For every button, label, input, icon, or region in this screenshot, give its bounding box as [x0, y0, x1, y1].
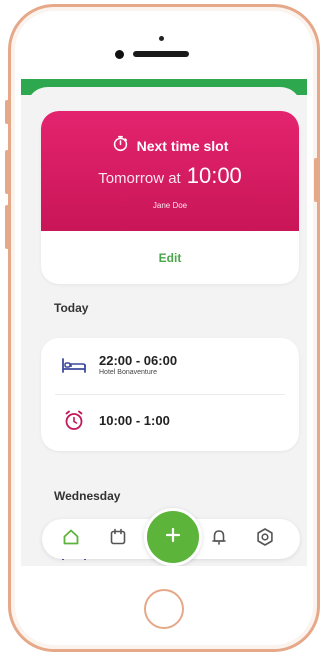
home-icon: [62, 528, 80, 551]
list-item-alarm[interactable]: 10:00 - 1:00: [61, 409, 285, 431]
today-card: 22:00 - 06:00 Hotel Bonaventure 10:00 - …: [41, 338, 299, 451]
nav-settings[interactable]: [255, 527, 275, 552]
phone-volume-down: [5, 205, 9, 249]
next-slot-day: Tomorrow at: [98, 170, 181, 187]
edit-button[interactable]: Edit: [41, 251, 299, 265]
next-slot-person: Jane Doe: [152, 201, 188, 210]
section-wednesday-label: Wednesday: [54, 489, 121, 503]
phone-side-button: [5, 100, 9, 124]
app-content: Next time slot Tomorrow at 10:00 Jane Do…: [26, 87, 302, 566]
earpiece-speaker: [133, 51, 189, 57]
home-button[interactable]: [144, 589, 184, 629]
next-slot-card: Next time slot Tomorrow at 10:00 Jane Do…: [41, 111, 299, 284]
bed-icon: [61, 357, 87, 373]
alarm-time: 10:00 - 1:00: [99, 412, 170, 428]
alarm-clock-icon: [61, 409, 87, 431]
phone-volume-up: [5, 150, 9, 194]
next-slot-title-row: Next time slot: [41, 135, 299, 157]
next-slot-title: Next time slot: [136, 138, 229, 154]
front-camera: [159, 36, 164, 41]
divider: [55, 394, 285, 395]
settings-icon: [255, 527, 275, 552]
app-screen: Next time slot Tomorrow at 10:00 Jane Do…: [21, 79, 307, 566]
calendar-icon: [109, 528, 127, 551]
nav-notifications[interactable]: [209, 529, 229, 549]
add-icon: [164, 526, 182, 549]
list-item-stay[interactable]: 22:00 - 06:00 Hotel Bonaventure: [61, 353, 285, 376]
stay-location: Hotel Bonaventure: [99, 369, 157, 376]
nav-calendar[interactable]: [108, 528, 128, 551]
nav-home[interactable]: [61, 529, 81, 549]
next-slot-time-row: Tomorrow at 10:00: [41, 163, 299, 189]
stay-details: 22:00 - 06:00 Hotel Bonaventure: [99, 353, 177, 376]
stay-time: 22:00 - 06:00: [99, 353, 178, 368]
proximity-sensor: [115, 50, 124, 59]
next-slot-time: 10:00: [186, 163, 242, 188]
add-button[interactable]: [144, 508, 202, 566]
phone-power-button: [314, 158, 318, 202]
bell-icon: [210, 528, 228, 551]
stopwatch-icon: [112, 135, 129, 157]
next-slot-header: Next time slot Tomorrow at 10:00 Jane Do…: [41, 111, 299, 231]
section-today-label: Today: [54, 301, 89, 315]
